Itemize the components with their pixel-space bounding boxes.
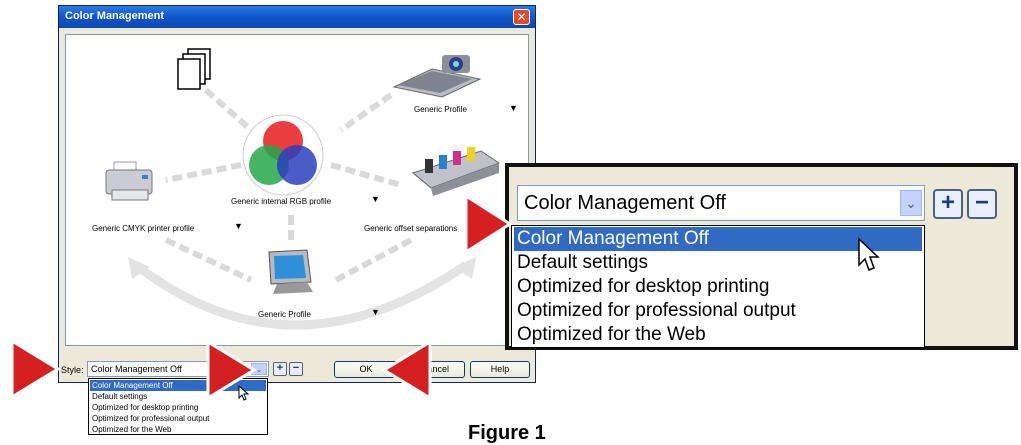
top-right-profile-label: Generic Profile bbox=[414, 105, 467, 114]
zoom-style-select[interactable]: Color Management Off ⌄ bbox=[517, 185, 925, 221]
plus-icon: + bbox=[276, 362, 284, 374]
cmyk-profile-dropdown[interactable]: ▼ bbox=[234, 221, 243, 231]
zoom-select-value: Color Management Off bbox=[524, 192, 726, 214]
workflow-canvas: Generic Profile ▼ Generic internal RGB p… bbox=[65, 34, 529, 346]
cmyk-profile-label: Generic CMYK printer profile bbox=[92, 224, 195, 233]
style-label: Style: bbox=[61, 365, 84, 375]
top-right-profile-dropdown[interactable]: ▼ bbox=[509, 103, 518, 113]
monitor-profile-label: Generic Profile bbox=[258, 310, 311, 319]
rgb-profile-label: Generic internal RGB profile bbox=[231, 197, 332, 206]
zoom-callout: Color Management Off ⌄ + − Color Managem… bbox=[505, 163, 1018, 350]
list-item[interactable]: Optimized for desktop printing bbox=[514, 275, 922, 299]
pointer-arrow-icon bbox=[10, 338, 61, 400]
monitor-profile-dropdown[interactable]: ▼ bbox=[371, 307, 380, 317]
offset-profile-label: Generic offset separations bbox=[364, 224, 458, 233]
plus-icon: + bbox=[940, 189, 955, 216]
figure-label: Figure 1 bbox=[468, 422, 546, 444]
zoom-add-button[interactable]: + bbox=[933, 189, 963, 219]
chevron-down-icon[interactable]: ⌄ bbox=[900, 190, 922, 216]
documents-icon bbox=[177, 48, 211, 90]
close-icon: ✕ bbox=[516, 10, 527, 24]
cursor-icon bbox=[858, 237, 880, 271]
rgb-profile-dropdown[interactable]: ▼ bbox=[371, 194, 380, 204]
press-icon bbox=[411, 147, 501, 196]
printer-icon bbox=[105, 161, 153, 201]
remove-style-button[interactable]: − bbox=[289, 362, 303, 376]
list-item[interactable]: Optimized for the Web bbox=[514, 323, 922, 347]
pointer-arrow-icon bbox=[464, 193, 513, 255]
rgb-circles-icon bbox=[242, 114, 324, 196]
scanner-icon bbox=[392, 55, 482, 98]
list-item[interactable]: Optimized for professional output bbox=[514, 299, 922, 323]
minus-icon: − bbox=[292, 362, 300, 374]
list-item[interactable]: Optimized for the Web bbox=[90, 424, 266, 435]
pointer-arrow-icon bbox=[381, 339, 432, 401]
pointer-arrow-icon bbox=[206, 339, 257, 401]
list-item[interactable]: Optimized for desktop printing bbox=[90, 402, 266, 413]
monitor-icon bbox=[268, 249, 313, 294]
dialog-title: Color Management bbox=[65, 10, 165, 22]
style-select-value: Color Management Off bbox=[91, 364, 182, 374]
help-button[interactable]: Help bbox=[470, 361, 530, 378]
list-item[interactable]: Optimized for professional output bbox=[90, 413, 266, 424]
close-button[interactable]: ✕ bbox=[513, 9, 530, 25]
title-bar: Color Management ✕ bbox=[59, 6, 535, 28]
minus-icon: − bbox=[974, 189, 989, 216]
zoom-remove-button[interactable]: − bbox=[967, 189, 997, 219]
add-style-button[interactable]: + bbox=[273, 362, 287, 376]
